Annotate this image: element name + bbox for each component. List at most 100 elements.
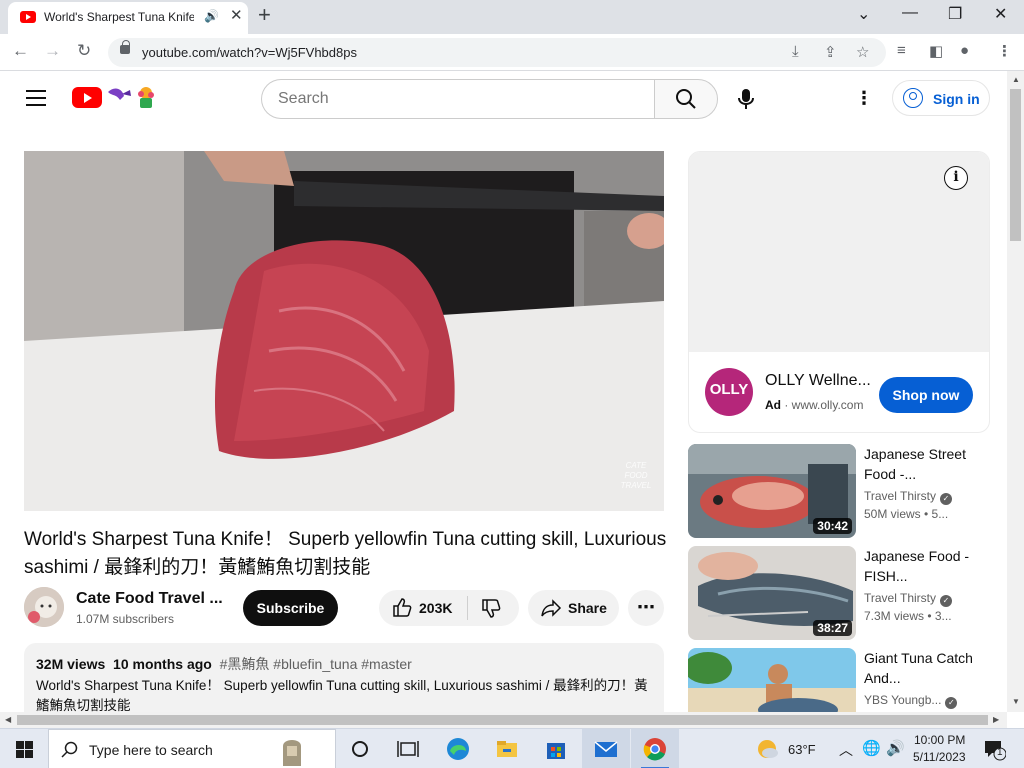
clock-date[interactable]: 5/11/2023 [913, 750, 966, 764]
recommendation-item[interactable]: Giant Tuna Catch And... YBS Youngb... ✓ [688, 648, 990, 712]
description-text: World's Sharpest Tuna Knife！ Superb yell… [36, 678, 648, 713]
weather-temperature[interactable]: 63°F [788, 742, 816, 757]
browser-tab-strip: World's Sharpest Tuna Knife 🔊 ✕ + ⌄ — ❐ … [0, 0, 1024, 34]
browser-menu-icon[interactable]: ⋮ [997, 42, 1012, 60]
mail-taskbar-slot[interactable] [582, 729, 630, 768]
ad-panel[interactable]: i OLLY OLLY Wellne... Ad · www.olly.com … [688, 151, 990, 433]
guide-menu-icon[interactable] [26, 90, 46, 106]
edge-browser-icon[interactable] [444, 735, 472, 763]
voice-search-button[interactable] [728, 81, 764, 117]
cortana-icon[interactable] [346, 735, 374, 763]
recommendation-title[interactable]: Japanese Street Food -... [864, 444, 982, 484]
scroll-left-arrow-icon[interactable]: ◀ [5, 715, 11, 724]
search-field[interactable] [261, 79, 655, 119]
recommendation-title[interactable]: Giant Tuna Catch And... [864, 648, 982, 688]
recommendation-thumbnail[interactable] [688, 648, 856, 712]
install-app-icon[interactable]: ⤓ [792, 43, 799, 60]
more-actions-icon[interactable]: ⋯ [628, 590, 664, 626]
olly-logo: OLLY [705, 368, 753, 416]
recommendation-meta: 7.3M views • 3... [864, 609, 952, 623]
browser-tab[interactable]: World's Sharpest Tuna Knife 🔊 ✕ [8, 2, 248, 34]
search-input[interactable] [278, 80, 638, 118]
share-page-icon[interactable]: ⇪ [824, 43, 837, 61]
restore-button[interactable]: ❐ [948, 4, 962, 24]
forward-arrow-icon[interactable]: → [44, 41, 61, 61]
search-button[interactable] [654, 79, 718, 119]
recommendation-title[interactable]: Japanese Food - FISH... [864, 546, 982, 586]
chrome-icon [643, 738, 666, 761]
url-text[interactable]: youtube.com/watch?v=Wj5FVhbd8ps [142, 45, 357, 60]
like-button[interactable]: 203K [379, 590, 467, 626]
bookmark-star-icon[interactable]: ☆ [856, 43, 869, 61]
view-count: 32M views [36, 656, 106, 672]
channel-label: Travel Thirsty [864, 489, 937, 503]
beach-thumbnail-image [688, 648, 856, 712]
recommendation-thumbnail[interactable]: 38:27 [688, 546, 856, 640]
vertical-scrollbar[interactable]: ▲ ▼ [1007, 71, 1024, 712]
ad-domain: www.olly.com [791, 398, 864, 412]
profile-icon[interactable]: ● [960, 42, 969, 59]
sign-in-button[interactable]: Sign in [892, 80, 990, 116]
youtube-logo[interactable] [72, 87, 102, 108]
shop-now-button[interactable]: Shop now [879, 377, 973, 413]
ad-subtitle: Ad · www.olly.com [765, 398, 864, 412]
ad-title[interactable]: OLLY Wellne... [765, 372, 875, 390]
show-hidden-icons-chevron-icon[interactable]: ︿ [839, 740, 853, 760]
file-explorer-icon[interactable] [493, 735, 521, 763]
search-icon [676, 89, 696, 109]
taskbar-search-box[interactable]: Type here to search [48, 729, 336, 768]
close-window-button[interactable]: ✕ [994, 4, 1007, 24]
network-globe-icon[interactable]: 🌐 [862, 739, 881, 757]
recommendation-item[interactable]: 38:27 Japanese Food - FISH... Travel Thi… [688, 546, 990, 640]
share-label: Share [568, 600, 607, 616]
share-button[interactable]: Share [528, 590, 619, 626]
minimize-button[interactable]: — [902, 4, 918, 22]
chrome-taskbar-slot[interactable] [631, 729, 679, 768]
address-bar[interactable]: youtube.com/watch?v=Wj5FVhbd8ps ⤓ ⇪ ☆ [108, 38, 886, 67]
tab-close-icon[interactable]: ✕ [230, 8, 243, 23]
description-box[interactable]: 32M views 10 months ago #黑鮪魚 #bluefin_tu… [24, 643, 664, 723]
scroll-up-arrow-icon[interactable]: ▲ [1012, 75, 1020, 84]
recommendation-channel: Travel Thirsty ✓ [864, 591, 953, 607]
youtube-doodle-icon[interactable] [104, 84, 158, 110]
sign-in-label: Sign in [933, 91, 980, 107]
account-circle-icon [903, 88, 923, 108]
video-player[interactable]: CATE FOOD TRAVEL [24, 151, 664, 511]
video-frame [24, 151, 664, 511]
recommendation-channel: Travel Thirsty ✓ [864, 489, 953, 505]
channel-avatar[interactable] [24, 587, 64, 627]
recommendation-thumbnail[interactable]: 30:42 [688, 444, 856, 538]
reload-icon[interactable]: ↻ [77, 41, 91, 61]
browser-toolbar: ← → ↻ youtube.com/watch?v=Wj5FVhbd8ps ⤓ … [0, 34, 1024, 71]
recommendation-channel: YBS Youngb... ✓ [864, 693, 958, 709]
task-view-icon[interactable] [394, 735, 422, 763]
subscribe-button[interactable]: Subscribe [243, 590, 338, 626]
channel-name[interactable]: Cate Food Travel ... [76, 590, 226, 608]
media-control-icon[interactable]: ≡ [897, 42, 906, 59]
speaker-icon[interactable]: 🔊 [204, 9, 219, 23]
weather-moon-icon[interactable] [756, 738, 778, 760]
microsoft-store-icon[interactable] [542, 735, 570, 763]
back-arrow-icon[interactable]: ← [12, 41, 29, 61]
tab-search-chevron-icon[interactable]: ⌄ [857, 4, 870, 24]
side-panel-icon[interactable]: ◧ [929, 42, 943, 60]
horizontal-scroll-thumb[interactable] [17, 715, 988, 725]
channel-label: YBS Youngb... [864, 693, 942, 707]
recommendation-meta: 50M views • 5... [864, 507, 949, 521]
clock-time[interactable]: 10:00 PM [914, 733, 965, 747]
new-tab-button[interactable]: + [258, 4, 271, 26]
dislike-button[interactable] [468, 590, 519, 626]
scroll-right-arrow-icon[interactable]: ▶ [993, 715, 999, 724]
info-icon[interactable]: i [944, 166, 968, 190]
ad-label: Ad [765, 398, 781, 412]
vertical-scroll-thumb[interactable] [1010, 89, 1021, 241]
horizontal-scrollbar[interactable]: ◀ ▶ [0, 712, 1007, 728]
volume-icon[interactable]: 🔊 [886, 739, 905, 757]
windows-start-icon[interactable] [16, 741, 33, 758]
upload-age: 10 months ago [113, 656, 212, 672]
hashtags[interactable]: #黑鮪魚 #bluefin_tuna #master [220, 656, 412, 672]
settings-more-icon[interactable]: ⋮ [855, 88, 873, 109]
search-highlight-icon [283, 740, 301, 766]
recommendation-item[interactable]: 30:42 Japanese Street Food -... Travel T… [688, 444, 990, 538]
scroll-down-arrow-icon[interactable]: ▼ [1012, 697, 1020, 706]
